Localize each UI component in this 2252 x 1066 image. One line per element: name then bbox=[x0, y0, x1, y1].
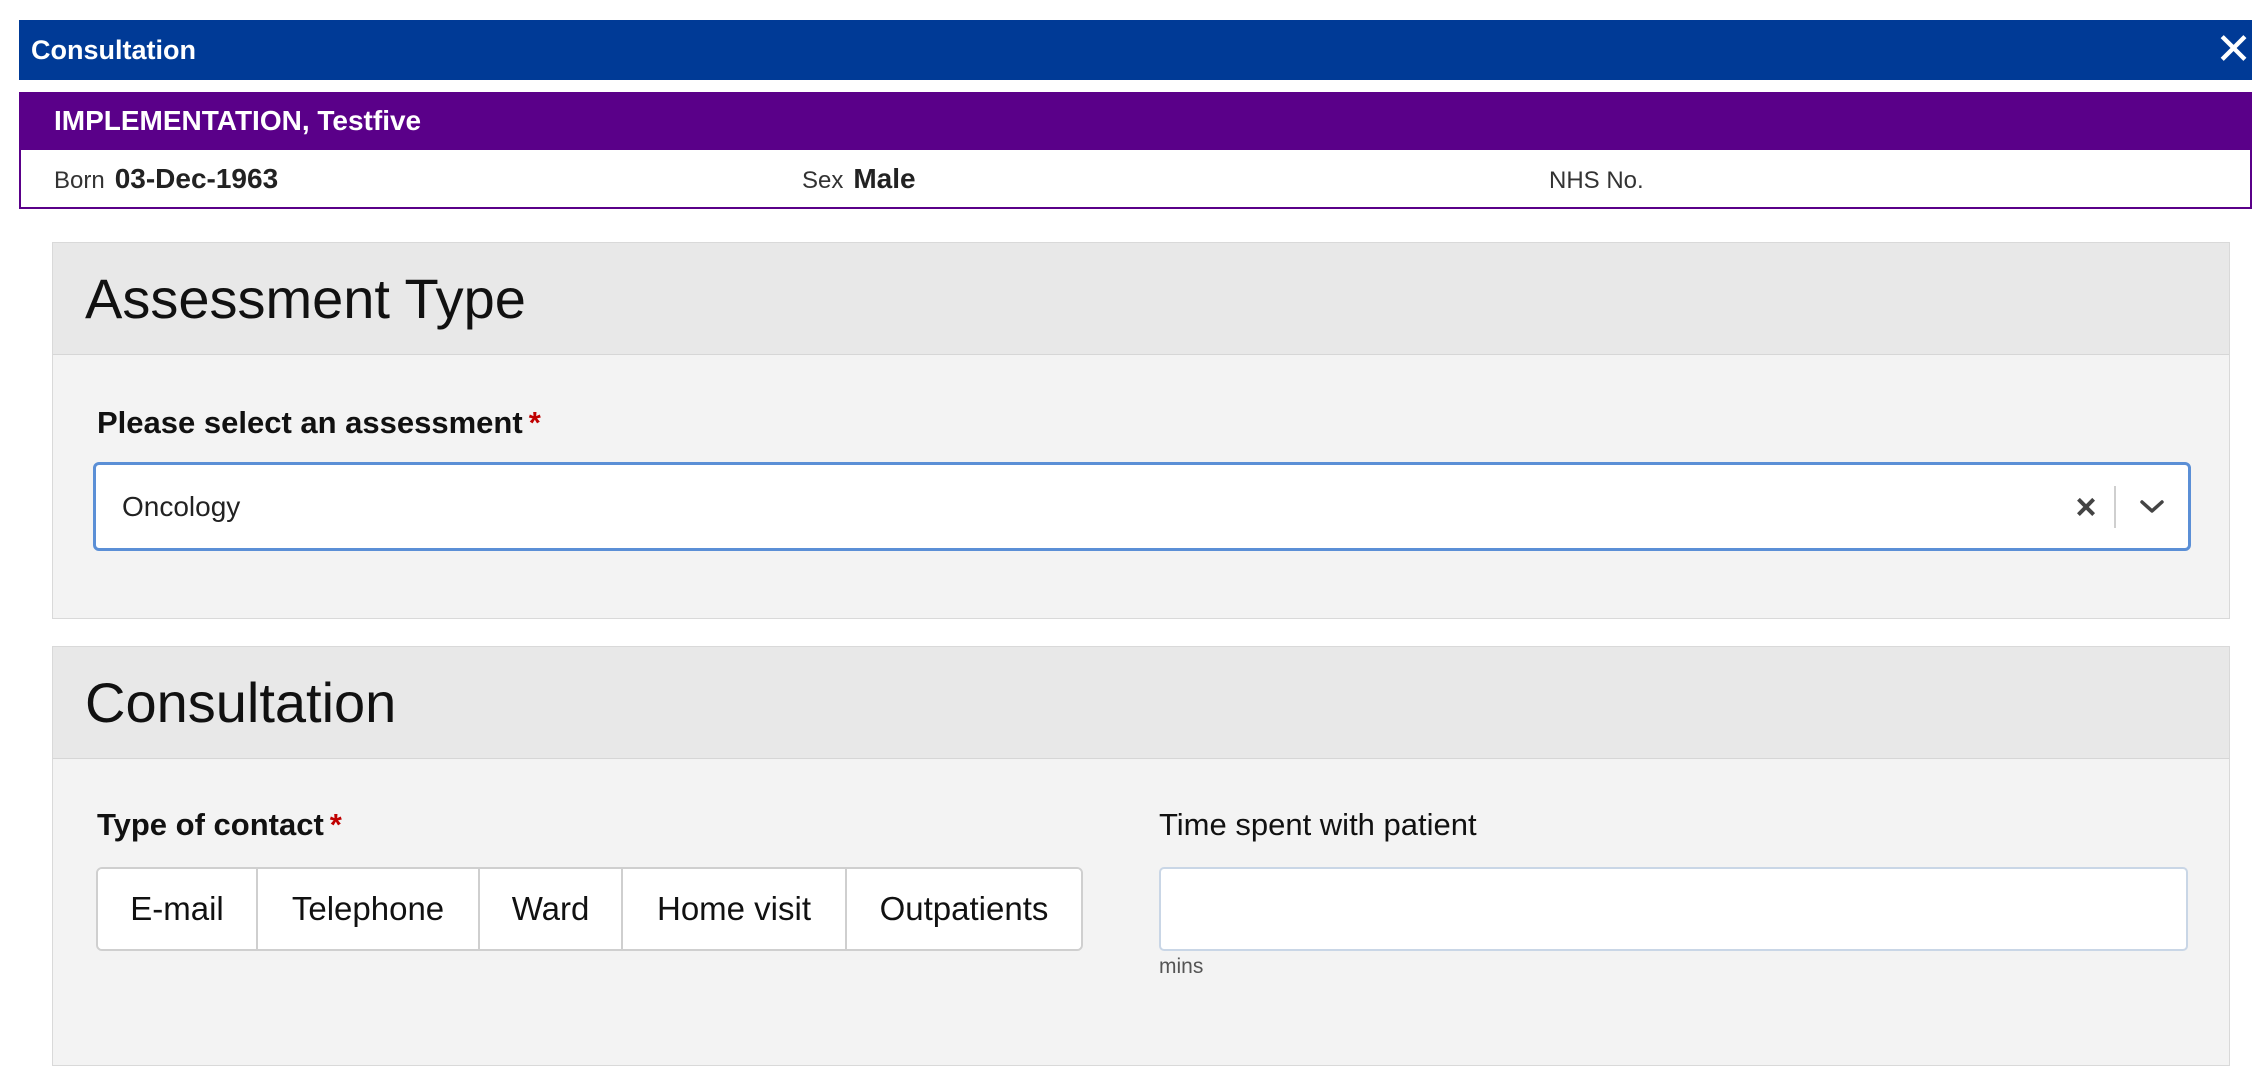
patient-demographics: Born 03-Dec-1963 Sex Male NHS No. bbox=[21, 150, 2250, 207]
contact-ward-button[interactable]: Ward bbox=[478, 869, 621, 949]
assessment-panel-header: Assessment Type bbox=[53, 243, 2229, 355]
contact-type-label: Type of contact * bbox=[97, 807, 342, 843]
consultation-panel: Consultation Type of contact * E-mail Tel… bbox=[52, 646, 2230, 1066]
required-marker: * bbox=[329, 807, 342, 842]
close-icon[interactable]: ✕ bbox=[2215, 28, 2252, 72]
contact-email-button[interactable]: E-mail bbox=[98, 869, 256, 949]
patient-born: Born 03-Dec-1963 bbox=[54, 163, 278, 195]
sex-value: Male bbox=[853, 162, 916, 194]
contact-label-text: Type of contact bbox=[97, 807, 324, 842]
contact-home-visit-button[interactable]: Home visit bbox=[621, 869, 845, 949]
patient-name: IMPLEMENTATION, Testfive bbox=[21, 92, 2250, 150]
consultation-panel-header: Consultation bbox=[53, 647, 2229, 759]
patient-sex: Sex Male bbox=[802, 163, 916, 195]
born-label: Born bbox=[54, 166, 105, 194]
assessment-type-panel: Assessment Type Please select an assessm… bbox=[52, 242, 2230, 619]
time-spent-label: Time spent with patient bbox=[1159, 807, 1477, 842]
contact-telephone-button[interactable]: Telephone bbox=[256, 869, 478, 949]
clear-icon[interactable]: × bbox=[2058, 486, 2114, 528]
nhs-label: NHS No. bbox=[1549, 166, 1644, 194]
assessment-panel-heading: Assessment Type bbox=[85, 267, 526, 330]
assessment-select-value: Oncology bbox=[122, 490, 241, 522]
patient-nhs: NHS No. bbox=[1549, 163, 1654, 195]
time-spent-input[interactable] bbox=[1159, 867, 2188, 951]
born-value: 03-Dec-1963 bbox=[114, 162, 279, 194]
contact-outpatients-button[interactable]: Outpatients bbox=[845, 869, 1081, 949]
contact-type-buttons: E-mail Telephone Ward Home visit Outpati… bbox=[96, 867, 1083, 951]
window-title: Consultation bbox=[31, 34, 196, 65]
consultation-panel-heading: Consultation bbox=[85, 671, 397, 734]
window-titlebar: Consultation ✕ bbox=[19, 20, 2252, 80]
assessment-field-label: Please select an assessment * bbox=[97, 405, 541, 441]
assessment-select[interactable]: Oncology × bbox=[93, 462, 2191, 551]
sex-label: Sex bbox=[802, 166, 844, 194]
chevron-down-icon[interactable] bbox=[2116, 499, 2188, 515]
patient-banner: IMPLEMENTATION, Testfive Born 03-Dec-1963… bbox=[19, 92, 2252, 209]
time-unit-label: mins bbox=[1159, 955, 1204, 978]
assessment-label-text: Please select an assessment bbox=[97, 405, 523, 440]
required-marker: * bbox=[528, 405, 541, 440]
